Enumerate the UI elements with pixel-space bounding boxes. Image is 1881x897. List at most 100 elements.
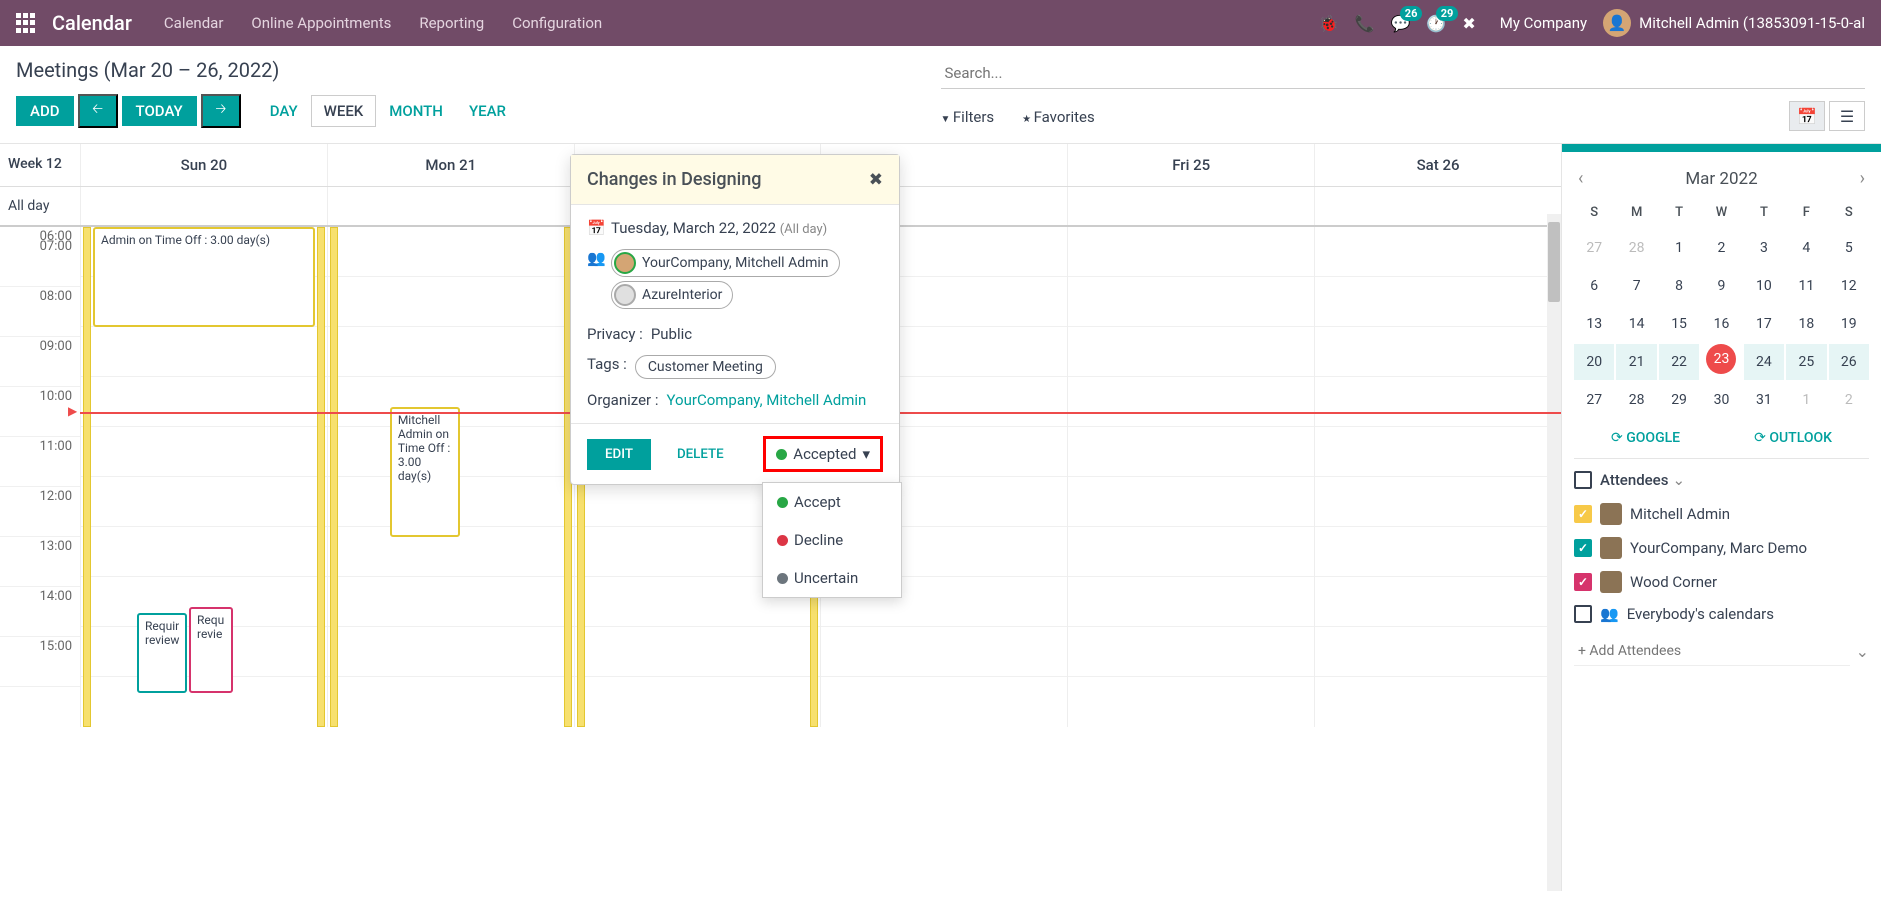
search-input[interactable] bbox=[945, 64, 1862, 82]
view-day[interactable]: DAY bbox=[257, 95, 311, 127]
attendee-checkbox[interactable] bbox=[1574, 539, 1592, 557]
mini-cal-day[interactable]: 8 bbox=[1659, 268, 1699, 304]
mini-cal-day[interactable]: 24 bbox=[1744, 344, 1784, 380]
edit-button[interactable]: EDIT bbox=[587, 439, 651, 470]
nav-online-appointments[interactable]: Online Appointments bbox=[251, 14, 391, 32]
status-dropdown[interactable]: Accepted ▾ bbox=[763, 436, 883, 472]
allday-sun[interactable] bbox=[80, 187, 327, 225]
view-month[interactable]: MONTH bbox=[376, 95, 456, 127]
company-selector[interactable]: My Company bbox=[1500, 14, 1587, 32]
nav-calendar[interactable]: Calendar bbox=[164, 14, 224, 32]
mini-cal-day[interactable]: 21 bbox=[1616, 344, 1656, 380]
organizer-link[interactable]: YourCompany, Mitchell Admin bbox=[667, 391, 867, 409]
allday-fri[interactable] bbox=[1067, 187, 1314, 225]
mini-cal-day[interactable]: 6 bbox=[1574, 268, 1614, 304]
mini-cal-day[interactable]: 27 bbox=[1574, 230, 1614, 266]
mini-cal-day[interactable]: 11 bbox=[1786, 268, 1826, 304]
attendees-master-check[interactable] bbox=[1574, 471, 1592, 489]
mini-cal-day[interactable]: 5 bbox=[1829, 230, 1869, 266]
close-icon[interactable]: ✖ bbox=[869, 170, 883, 190]
filters-dropdown[interactable]: Filters bbox=[941, 108, 995, 126]
attendee-row[interactable]: Wood Corner bbox=[1574, 565, 1869, 599]
day-header-sun[interactable]: Sun 20 bbox=[80, 144, 327, 186]
activities-icon[interactable]: 🕐29 bbox=[1426, 14, 1446, 33]
mini-cal-day[interactable]: 15 bbox=[1659, 306, 1699, 342]
mini-cal-day[interactable]: 28 bbox=[1616, 230, 1656, 266]
apps-icon[interactable] bbox=[16, 13, 36, 33]
attendee-chip-2[interactable]: AzureInterior bbox=[611, 281, 733, 309]
option-accept[interactable]: Accept bbox=[763, 483, 901, 521]
event-review-2[interactable]: Requ revie bbox=[189, 607, 233, 693]
mini-cal-day[interactable]: 12 bbox=[1829, 268, 1869, 304]
debug-icon[interactable]: 🐞 bbox=[1319, 14, 1339, 33]
next-month-icon[interactable]: › bbox=[1860, 168, 1865, 189]
sync-google[interactable]: ⟳ GOOGLE bbox=[1611, 430, 1680, 446]
event-review-1[interactable]: Requir review bbox=[137, 613, 187, 693]
attendee-checkbox[interactable] bbox=[1574, 505, 1592, 523]
today-button[interactable]: TODAY bbox=[122, 96, 197, 126]
day-header-fri[interactable]: Fri 25 bbox=[1067, 144, 1314, 186]
col-mon[interactable]: Mitchell Admin on Time Off : 3.00 day(s) bbox=[327, 227, 574, 727]
prev-button[interactable]: 🡠 bbox=[78, 94, 118, 128]
day-header-mon[interactable]: Mon 21 bbox=[327, 144, 574, 186]
mini-cal-day[interactable]: 4 bbox=[1786, 230, 1826, 266]
sync-outlook[interactable]: ⟳ OUTLOOK bbox=[1754, 430, 1832, 446]
mini-cal-day[interactable]: 26 bbox=[1829, 344, 1869, 380]
attendee-checkbox[interactable] bbox=[1574, 605, 1592, 623]
view-year[interactable]: YEAR bbox=[456, 95, 519, 127]
timeoff-bar-sun-1[interactable] bbox=[83, 227, 91, 727]
messages-icon[interactable]: 💬26 bbox=[1390, 14, 1410, 33]
chevron-down-icon[interactable]: ⌄ bbox=[1856, 642, 1869, 661]
mini-cal-day[interactable]: 7 bbox=[1616, 268, 1656, 304]
option-uncertain[interactable]: Uncertain bbox=[763, 559, 901, 597]
mini-cal-day[interactable]: 30 bbox=[1701, 382, 1741, 418]
user-menu[interactable]: 👤 Mitchell Admin (13853091-15-0-al bbox=[1603, 9, 1865, 37]
mini-cal-day[interactable]: 28 bbox=[1616, 382, 1656, 418]
mini-cal-day[interactable]: 29 bbox=[1659, 382, 1699, 418]
next-button[interactable]: 🡢 bbox=[201, 94, 241, 128]
col-fri[interactable] bbox=[1067, 227, 1314, 727]
mini-cal-day[interactable]: 23 bbox=[1706, 344, 1736, 374]
add-button[interactable]: ADD bbox=[16, 96, 74, 126]
close-studio-icon[interactable]: ✖ bbox=[1462, 14, 1475, 33]
nav-configuration[interactable]: Configuration bbox=[512, 14, 602, 32]
event-admin-timeoff-mon[interactable]: Mitchell Admin on Time Off : 3.00 day(s) bbox=[390, 407, 460, 537]
mini-cal-day[interactable]: 27 bbox=[1574, 382, 1614, 418]
tag-chip[interactable]: Customer Meeting bbox=[635, 355, 776, 379]
mini-cal-day[interactable]: 1 bbox=[1659, 230, 1699, 266]
prev-month-icon[interactable]: ‹ bbox=[1578, 168, 1583, 189]
mini-cal-day[interactable]: 2 bbox=[1829, 382, 1869, 418]
scrollbar-thumb[interactable] bbox=[1548, 222, 1560, 302]
mini-cal-day[interactable]: 10 bbox=[1744, 268, 1784, 304]
timeoff-bar-sun-2[interactable] bbox=[317, 227, 325, 727]
mini-cal-day[interactable]: 18 bbox=[1786, 306, 1826, 342]
search-box[interactable] bbox=[941, 58, 1866, 89]
list-view-icon[interactable]: ☰ bbox=[1829, 101, 1865, 131]
allday-mon[interactable] bbox=[327, 187, 574, 225]
add-attendee-input[interactable] bbox=[1574, 637, 1850, 666]
attendee-row[interactable]: Mitchell Admin bbox=[1574, 497, 1869, 531]
mini-cal-day[interactable]: 3 bbox=[1744, 230, 1784, 266]
event-admin-timeoff-sun[interactable]: Admin on Time Off : 3.00 day(s) bbox=[93, 227, 315, 327]
mini-cal-day[interactable]: 19 bbox=[1829, 306, 1869, 342]
mini-cal-day[interactable]: 9 bbox=[1701, 268, 1741, 304]
phone-icon[interactable]: 📞 bbox=[1355, 14, 1375, 33]
timeoff-bar-mon-1[interactable] bbox=[330, 227, 338, 727]
attendee-row[interactable]: 👥Everybody's calendars bbox=[1574, 599, 1869, 629]
scrollbar-track[interactable] bbox=[1547, 214, 1561, 891]
delete-button[interactable]: DELETE bbox=[663, 439, 738, 470]
favorites-dropdown[interactable]: Favorites bbox=[1022, 108, 1095, 126]
mini-cal-day[interactable]: 25 bbox=[1786, 344, 1826, 380]
day-header-sat[interactable]: Sat 26 bbox=[1314, 144, 1561, 186]
calendar-view-icon[interactable]: 📅 bbox=[1789, 101, 1825, 131]
mini-cal-day[interactable]: 13 bbox=[1574, 306, 1614, 342]
allday-sat[interactable] bbox=[1314, 187, 1561, 225]
attendee-checkbox[interactable] bbox=[1574, 573, 1592, 591]
mini-cal-day[interactable]: 2 bbox=[1701, 230, 1741, 266]
nav-reporting[interactable]: Reporting bbox=[419, 14, 484, 32]
mini-cal-day[interactable]: 16 bbox=[1701, 306, 1741, 342]
mini-cal-day[interactable]: 17 bbox=[1744, 306, 1784, 342]
attendee-row[interactable]: YourCompany, Marc Demo bbox=[1574, 531, 1869, 565]
view-week[interactable]: WEEK bbox=[311, 95, 377, 127]
mini-cal-day[interactable]: 1 bbox=[1786, 382, 1826, 418]
